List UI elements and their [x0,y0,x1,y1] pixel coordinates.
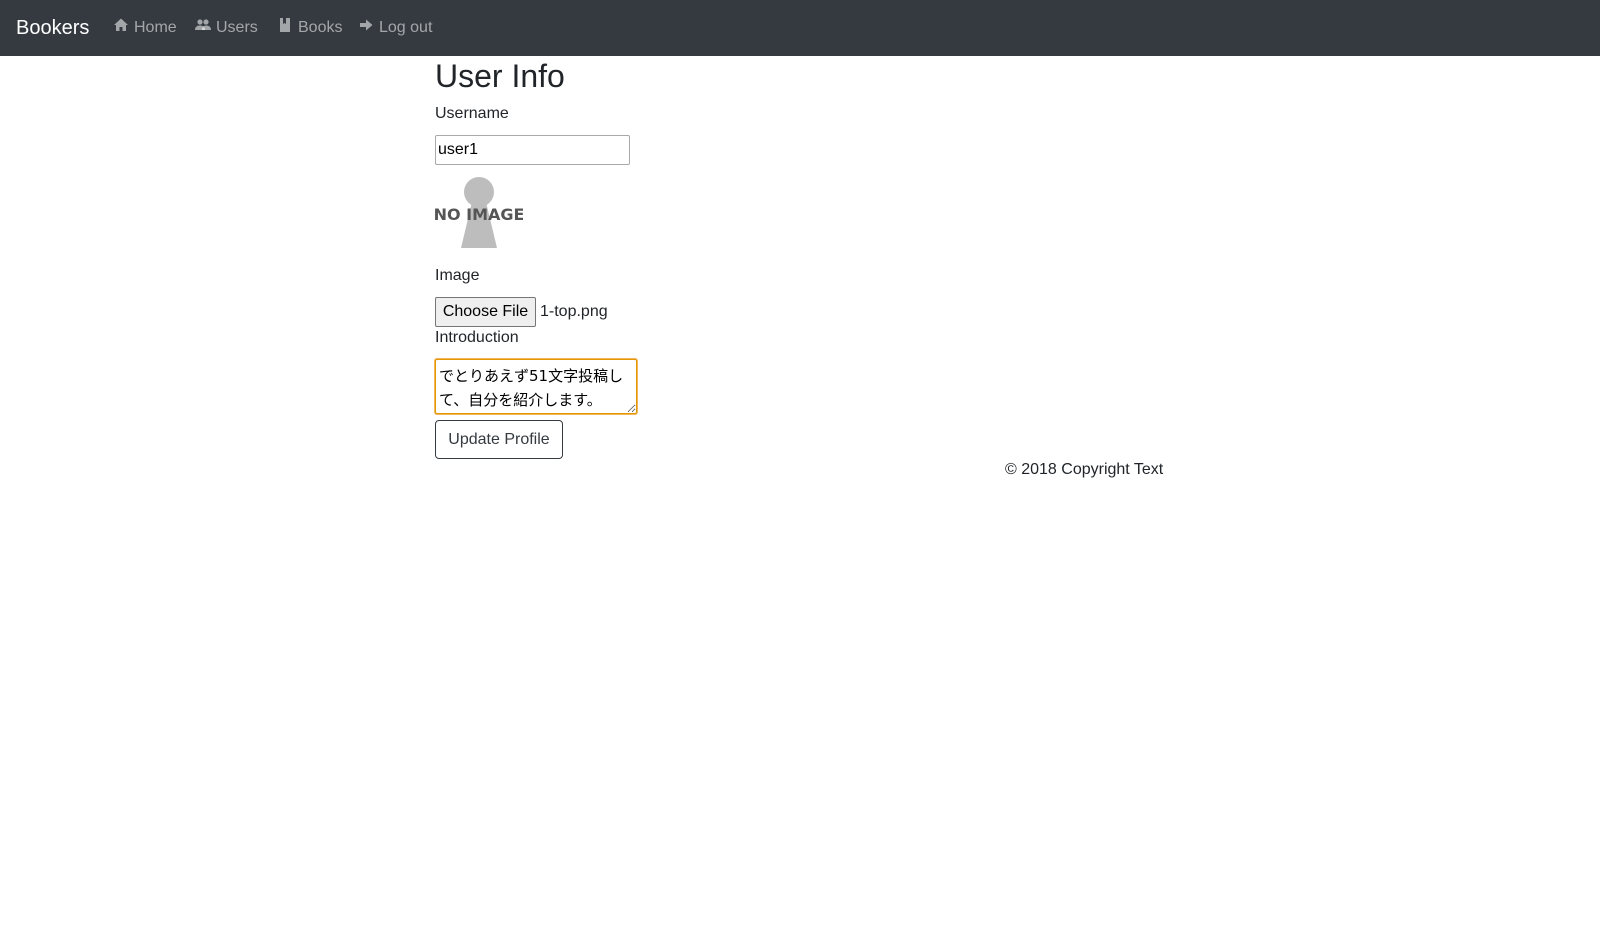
introduction-textarea[interactable]: でとりあえず51文字投稿して、自分を紹介します。 [435,359,637,414]
nav-link-users-label: Users [216,19,258,36]
nav-link-users[interactable]: Users [195,17,258,39]
home-icon [113,17,129,33]
choose-file-button[interactable]: Choose File [435,297,536,327]
footer-copyright: © 2018 Copyright Text [1005,461,1164,478]
brand-link[interactable]: Bookers [16,16,89,40]
selected-file-name: 1-top.png [540,303,608,320]
book-icon [277,17,293,33]
logout-icon [358,17,374,33]
image-label: Image [435,267,480,284]
update-profile-button[interactable]: Update Profile [435,420,563,459]
nav-link-books-label: Books [298,19,343,36]
nav-link-logout[interactable]: Log out [358,17,432,39]
users-icon [195,17,211,33]
introduction-label: Introduction [435,329,519,346]
nav-link-logout-label: Log out [379,19,433,36]
nav-link-books[interactable]: Books [277,17,342,39]
username-label: Username [435,105,509,122]
no-image-placeholder-icon: NO IMAGE [434,177,524,248]
no-image-text: NO IMAGE [435,205,523,224]
nav-link-home-label: Home [134,19,177,36]
page-title: User Info [435,58,565,94]
username-input[interactable] [435,135,630,165]
profile-image: NO IMAGE [434,172,524,260]
nav-link-home[interactable]: Home [113,17,177,39]
top-navbar: Bookers Home Users Books Log out [0,0,1600,56]
